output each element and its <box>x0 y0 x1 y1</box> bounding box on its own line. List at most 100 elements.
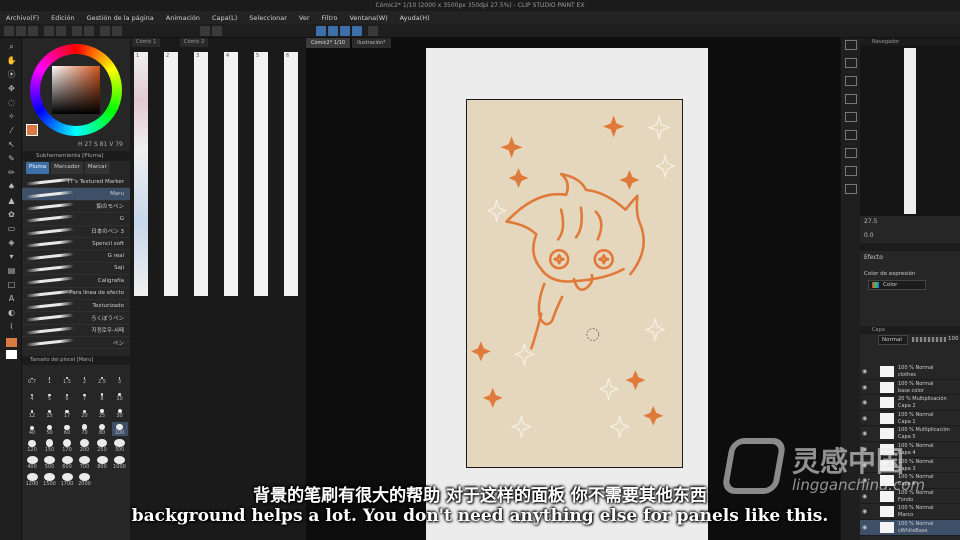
brush-size-preset[interactable]: 600 <box>59 456 75 470</box>
hand-icon[interactable]: ✋ <box>6 56 17 65</box>
brush-item[interactable]: 日本のペン 3 <box>22 226 130 238</box>
snap-ruler-icon[interactable] <box>316 26 326 36</box>
auto-actions-icon[interactable] <box>845 166 857 176</box>
redo-icon[interactable] <box>56 26 66 36</box>
brush-size-preset[interactable]: 60 <box>59 422 75 436</box>
lasso-icon[interactable]: ◌ <box>6 98 17 107</box>
history-panel-icon[interactable] <box>845 112 857 122</box>
invert-selection-icon[interactable] <box>112 26 122 36</box>
figure-tool-icon[interactable]: □ <box>6 280 17 289</box>
ruler-icon[interactable] <box>200 26 210 36</box>
page-thumbnail[interactable]: 6 <box>284 52 298 296</box>
brush-size-preset[interactable]: 250 <box>94 439 110 453</box>
airbrush-tool-icon[interactable]: ▲ <box>6 196 17 205</box>
brush-size-preset[interactable]: 10 <box>112 388 128 402</box>
visibility-eye-icon[interactable]: ◉ <box>862 368 867 375</box>
page-tab-1[interactable]: Cómic 1 <box>132 38 161 47</box>
brush-size-preset[interactable]: 17 <box>59 405 75 419</box>
brush-size-preset[interactable]: 8 <box>94 388 110 402</box>
rotate-icon[interactable] <box>212 26 222 36</box>
move-icon[interactable]: ✥ <box>6 84 17 93</box>
page-tab-2[interactable]: Cómic 2 <box>180 38 209 47</box>
opacity-value[interactable]: 100 <box>948 336 959 342</box>
eyedropper-icon[interactable]: ⦿ <box>6 70 17 79</box>
item-bank-icon[interactable] <box>845 94 857 104</box>
brush-item[interactable]: Texturizado <box>22 300 130 313</box>
brush-size-preset[interactable]: 50 <box>42 422 58 436</box>
brush-tool-icon[interactable]: ♠ <box>6 182 17 191</box>
snap-special-ruler-icon[interactable] <box>328 26 338 36</box>
gradient-tool-icon[interactable]: ▤ <box>6 266 17 275</box>
brush-item[interactable]: G <box>22 213 130 226</box>
visibility-eye-icon[interactable]: ◉ <box>862 399 867 406</box>
brush-size-preset[interactable]: 700 <box>77 456 93 470</box>
brush-size-preset[interactable]: 0.7 <box>24 371 40 385</box>
visibility-eye-icon[interactable]: ◉ <box>862 430 867 437</box>
brush-size-preset[interactable]: 500 <box>42 456 58 470</box>
brush-size-preset[interactable]: 40 <box>24 422 40 436</box>
save-icon[interactable] <box>28 26 38 36</box>
brush-item[interactable]: 鉛のモペン <box>22 201 130 214</box>
brush-size-preset[interactable]: 5 <box>42 388 58 402</box>
main-color-swatch[interactable] <box>6 338 17 347</box>
brush-size-preset[interactable]: 12 <box>24 405 40 419</box>
tab-pluma[interactable]: Pluma <box>26 162 50 174</box>
brush-size-preset[interactable]: 20 <box>77 405 93 419</box>
brush-size-preset[interactable]: 800 <box>94 456 110 470</box>
brush-item[interactable]: Caligrafía <box>22 275 130 288</box>
layer-row[interactable]: ◉ 20 % Multiplicación Capa 2 <box>860 395 960 411</box>
snap-grid-icon[interactable] <box>340 26 350 36</box>
brush-item[interactable]: TT's Textured Marker <box>22 176 130 189</box>
brush-size-preset[interactable]: 4 <box>24 388 40 402</box>
brush-size-preset[interactable]: 15 <box>42 405 58 419</box>
menu-ayuda[interactable]: Ayuda(H) <box>400 14 430 22</box>
material-panel-icon[interactable] <box>845 130 857 140</box>
page-thumbnail[interactable]: 2 <box>164 52 178 296</box>
balloon-tool-icon[interactable]: ◐ <box>6 308 17 317</box>
clear-icon[interactable] <box>72 26 82 36</box>
brush-item[interactable]: ろくぼうペン <box>22 312 130 325</box>
color-wheel[interactable] <box>30 44 122 136</box>
eraser-tool-icon[interactable]: ▭ <box>6 224 17 233</box>
rotation-value[interactable]: 0.0 <box>864 232 874 239</box>
pen-tool-icon[interactable]: ✎ <box>6 154 17 163</box>
menu-ver[interactable]: Ver <box>299 14 310 22</box>
undo-icon[interactable] <box>44 26 54 36</box>
pipette-icon[interactable]: ⁄ <box>6 126 17 135</box>
pencil-tool-icon[interactable]: ✏ <box>6 168 17 177</box>
menu-capa[interactable]: Capa(L) <box>212 14 237 22</box>
brush-size-preset[interactable]: 200 <box>77 439 93 453</box>
navigator-preview[interactable] <box>860 46 960 216</box>
menu-filtro[interactable]: Filtro <box>322 14 338 22</box>
current-color-swatch[interactable] <box>26 124 38 136</box>
brush-size-preset[interactable]: 100 <box>111 422 128 436</box>
brush-item[interactable]: 지정로우-서페 <box>22 325 130 338</box>
brush-size-preset[interactable]: 150 <box>42 439 58 453</box>
brush-size-preset[interactable]: 80 <box>94 422 110 436</box>
brush-size-preset[interactable]: 400 <box>24 456 40 470</box>
brush-size-preset[interactable]: 1 <box>42 371 58 385</box>
select-layer-icon[interactable]: ↖ <box>6 140 17 149</box>
menu-ventana[interactable]: Ventana(W) <box>349 14 387 22</box>
navigator-panel-icon[interactable] <box>845 40 857 50</box>
brush-size-preset[interactable]: 1000 <box>112 456 128 470</box>
text-tool-icon[interactable]: A <box>6 294 17 303</box>
layer-row[interactable]: ◉ 100 % Normal Capa 1 <box>860 411 960 427</box>
decoration-tool-icon[interactable]: ✿ <box>6 210 17 219</box>
sub-color-swatch[interactable] <box>6 350 17 359</box>
color-square[interactable] <box>52 66 100 114</box>
tab-marcar[interactable]: Marcar <box>84 162 110 174</box>
brush-item[interactable]: Para línea de efecto <box>22 288 130 300</box>
doc-tab-comic[interactable]: Cómic2* 1/10 <box>306 38 351 48</box>
brush-size-preset[interactable]: 25 <box>94 405 110 419</box>
brush-size-preset[interactable]: 1.5 <box>59 371 75 385</box>
opacity-slider[interactable] <box>912 337 946 342</box>
brush-size-preset[interactable]: 2.5 <box>94 371 110 385</box>
layer-row[interactable]: ◉ 100 % Normal clothes <box>860 364 960 380</box>
doc-tab-ilustracion[interactable]: Ilustración* <box>352 38 391 48</box>
deselect-icon[interactable] <box>100 26 110 36</box>
brush-size-preset[interactable]: 120 <box>24 439 40 453</box>
brush-size-preset[interactable]: 70 <box>77 422 93 436</box>
tab-marcador[interactable]: Marcador <box>51 162 83 174</box>
timeline-panel-icon[interactable] <box>845 148 857 158</box>
